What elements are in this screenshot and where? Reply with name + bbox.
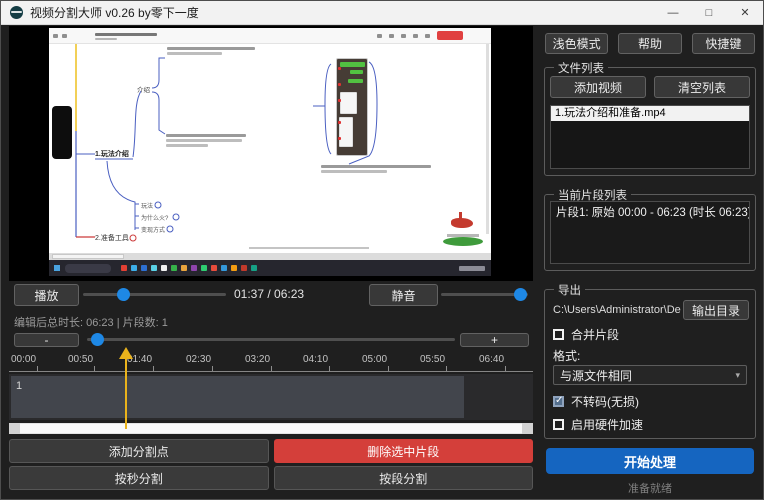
split-by-segments-button[interactable]: 按段分割 [274,466,534,490]
timeline-ruler: 00:00 00:50 01:40 02:30 03:20 04:10 05:0… [9,353,533,372]
system-tray [459,266,485,271]
delete-selected-button[interactable]: 删除选中片段 [274,439,534,463]
start-processing-button[interactable]: 开始处理 [546,448,754,474]
mindmap-canvas: 1.玩法介绍 介绍 玩法 为什么火? 变现方式 2.准备工具 [49,44,491,253]
zoom-in-button[interactable]: + [460,333,529,347]
add-split-point-button[interactable]: 添加分割点 [9,439,269,463]
timeline-scrollbar[interactable] [9,423,533,434]
mascot-logo [441,212,487,248]
seek-thumb[interactable] [117,288,130,301]
export-title: 导出 [554,282,585,298]
format-dropdown[interactable]: 与源文件相同 ▾ [553,365,747,385]
recorded-screen: 1.玩法介绍 介绍 玩法 为什么火? 变现方式 2.准备工具 [49,28,491,276]
file-list-title: 文件列表 [554,60,608,76]
ruler-tick: 00:00 [11,354,36,365]
phone-screenshot [336,58,368,156]
ruler-tick: 03:20 [245,354,270,365]
play-button[interactable]: 播放 [14,284,79,306]
output-path: C:\Users\Administrator\De [553,304,683,316]
ruler-tick: 05:00 [362,354,387,365]
merge-segments-label: 合并片段 [571,326,619,343]
format-value: 与源文件相同 [560,367,735,384]
hw-accel-label: 启用硬件加速 [571,416,643,433]
maximize-button[interactable]: □ [691,1,727,24]
zoom-slider[interactable] [87,338,455,341]
editor-left-column: 1.玩法介绍 介绍 玩法 为什么火? 变现方式 2.准备工具 [9,26,533,493]
file-list-group: 文件列表 添加视频 清空列表 1.玩法介绍和准备.mp4 [544,67,756,176]
canvas-vscroll-indicator [486,44,489,234]
canvas-hscroll-indicator [249,247,369,249]
volume-slider[interactable] [441,293,528,296]
shortcuts-button[interactable]: 快捷键 [692,33,755,54]
format-label: 格式: [553,347,580,364]
output-dir-button[interactable]: 输出目录 [683,300,749,320]
panel-top-buttons: 浅色模式 帮助 快捷键 [545,33,755,54]
no-transcode-label: 不转码(无损) [571,393,639,410]
segment-block[interactable]: 1 [11,376,464,418]
add-video-button[interactable]: 添加视频 [550,76,646,98]
mindmap-toolbar [49,28,491,44]
merge-segments-checkbox[interactable] [553,329,564,340]
segment-list-group: 当前片段列表 片段1: 原始 00:00 - 06:23 (时长 06:23) [544,194,756,271]
collapsed-node [52,106,72,159]
hw-accel-checkbox[interactable] [553,419,564,430]
ruler-tick: 05:50 [420,354,445,365]
volume-thumb[interactable] [514,288,527,301]
side-panel: 浅色模式 帮助 快捷键 文件列表 添加视频 清空列表 1.玩法介绍和准备.mp4… [541,26,759,496]
ruler-tick: 02:30 [186,354,211,365]
segment-list[interactable]: 片段1: 原始 00:00 - 06:23 (时长 06:23) [550,201,750,264]
export-group: 导出 C:\Users\Administrator\De 输出目录 合并片段 格… [544,289,756,439]
mindmap-node: 为什么火? [141,213,168,222]
minimize-button[interactable]: — [655,1,691,24]
window-controls: — □ ✕ [655,1,763,24]
status-text: 准备就绪 [541,480,759,496]
mindmap-node: 2.准备工具 [95,233,129,243]
start-button-icon [54,265,60,271]
document-tab [52,254,124,259]
app-tab-bar [49,253,491,260]
segment-track[interactable]: 1 [9,374,533,420]
record-button [437,31,463,40]
taskbar-search-box [65,264,111,273]
file-list-item[interactable]: 1.玩法介绍和准备.mp4 [551,106,749,121]
seek-slider[interactable] [83,293,226,296]
windows-taskbar [49,260,491,276]
split-by-seconds-button[interactable]: 按秒分割 [9,466,269,490]
zoom-out-button[interactable]: - [14,333,79,347]
help-button[interactable]: 帮助 [618,33,681,54]
mindmap-node: 介绍 [137,84,150,94]
mindmap-node: 玩法 [141,201,153,210]
app-window: 视频分割大师 v0.26 by零下一度 — □ ✕ [0,0,764,500]
app-icon [10,6,23,19]
ruler-tick: 00:50 [68,354,93,365]
no-transcode-checkbox[interactable] [553,396,564,407]
scrollbar-thumb[interactable] [20,424,522,433]
mute-button[interactable]: 静音 [369,284,438,306]
ruler-tick: 04:10 [303,354,328,365]
file-list[interactable]: 1.玩法介绍和准备.mp4 [550,105,750,169]
clear-list-button[interactable]: 清空列表 [654,76,750,98]
annotation-arrow [118,347,134,429]
chevron-down-icon: ▾ [735,370,740,381]
mindmap-node: 1.玩法介绍 [95,149,129,159]
segment-list-item[interactable]: 片段1: 原始 00:00 - 06:23 (时长 06:23) [551,202,749,222]
time-display: 01:37 / 06:23 [234,287,304,301]
close-button[interactable]: ✕ [727,1,763,24]
scrollbar-right-arrow[interactable] [522,423,533,434]
light-mode-button[interactable]: 浅色模式 [545,33,608,54]
edit-summary: 编辑后总时长: 06:23 | 片段数: 1 [14,314,168,330]
zoom-thumb[interactable] [91,333,104,346]
video-preview: 1.玩法介绍 介绍 玩法 为什么火? 变现方式 2.准备工具 [9,26,533,281]
title-bar: 视频分割大师 v0.26 by零下一度 — □ ✕ [1,1,763,25]
taskbar-app-icons [121,265,261,271]
window-title: 视频分割大师 v0.26 by零下一度 [30,4,199,21]
split-actions: 添加分割点 删除选中片段 按秒分割 按段分割 [9,439,533,490]
mindmap-node: 变现方式 [141,225,165,234]
segment-number: 1 [11,378,27,394]
ruler-tick: 06:40 [479,354,504,365]
scrollbar-left-arrow[interactable] [9,423,20,434]
